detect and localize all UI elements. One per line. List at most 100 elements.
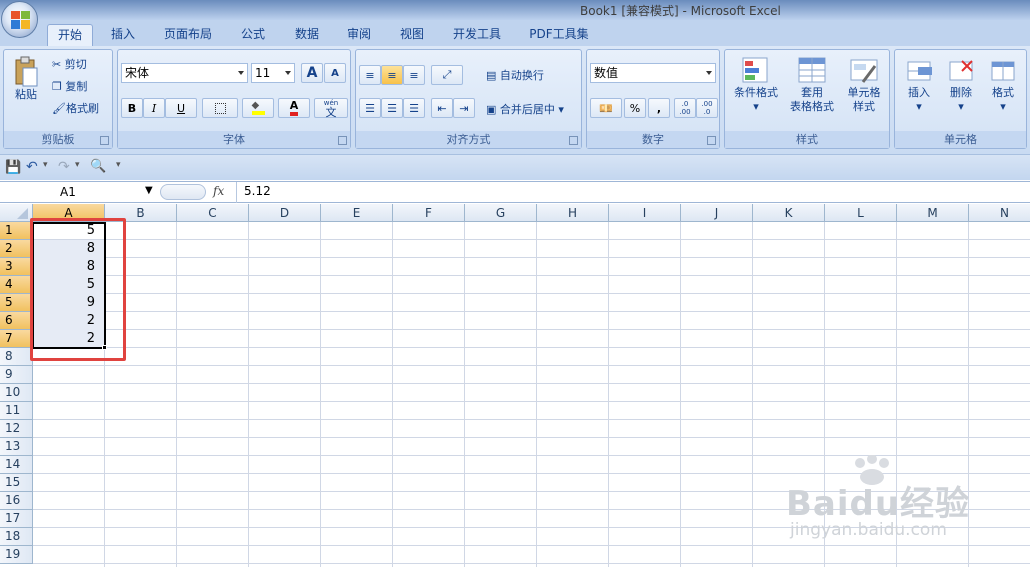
row-header-9[interactable]: 9: [0, 366, 33, 384]
shrink-font-button[interactable]: A: [324, 63, 346, 83]
format-painter-button[interactable]: 🖌格式刷: [52, 100, 99, 116]
row-header-13[interactable]: 13: [0, 438, 33, 456]
row-header-18[interactable]: 18: [0, 528, 33, 546]
format-painter-label: 格式刷: [65, 102, 99, 115]
border-button[interactable]: [202, 98, 238, 118]
clipboard-launcher-icon[interactable]: [100, 136, 109, 145]
align-center-button[interactable]: ☰: [381, 98, 403, 118]
font-color-button[interactable]: A: [278, 98, 310, 118]
column-header-k[interactable]: K: [753, 204, 825, 222]
row-header-2[interactable]: 2: [0, 240, 33, 258]
customize-qat-icon[interactable]: ▾: [116, 160, 121, 170]
font-size-select[interactable]: 11: [251, 63, 295, 83]
align-bottom-button[interactable]: ≡: [403, 65, 425, 85]
column-header-g[interactable]: G: [465, 204, 537, 222]
format-as-table-button[interactable]: 套用 表格格式: [785, 56, 839, 114]
column-header-i[interactable]: I: [609, 204, 681, 222]
undo-icon[interactable]: ↶: [26, 159, 38, 175]
tab-developer[interactable]: 开发工具: [447, 24, 507, 46]
merge-center-button[interactable]: ▣ 合并后居中 ▾: [486, 101, 564, 117]
select-all-corner[interactable]: [0, 204, 33, 222]
column-header-c[interactable]: C: [177, 204, 249, 222]
grid-hline: [33, 365, 1030, 366]
phonetic-button[interactable]: wén 文: [314, 98, 348, 118]
row-header-8[interactable]: 8: [0, 348, 33, 366]
delete-cells-button[interactable]: 删除 ▾: [941, 56, 981, 114]
italic-button[interactable]: I: [143, 98, 165, 118]
tab-insert[interactable]: 插入: [105, 24, 141, 46]
column-header-m[interactable]: M: [897, 204, 969, 222]
name-box[interactable]: A1: [0, 183, 158, 202]
column-header-j[interactable]: J: [681, 204, 753, 222]
cut-button[interactable]: ✂ 剪切: [52, 56, 87, 72]
align-middle-button[interactable]: ≡: [381, 65, 403, 85]
row-header-12[interactable]: 12: [0, 420, 33, 438]
save-icon[interactable]: 💾: [5, 160, 21, 175]
bold-button[interactable]: B: [121, 98, 143, 118]
column-header-d[interactable]: D: [249, 204, 321, 222]
row-header-11[interactable]: 11: [0, 402, 33, 420]
redo-icon[interactable]: ↷: [58, 159, 70, 175]
column-header-e[interactable]: E: [321, 204, 393, 222]
increase-indent-button[interactable]: ⇥: [453, 98, 475, 118]
currency-button[interactable]: 💴: [590, 98, 622, 118]
alignment-launcher-icon[interactable]: [569, 136, 578, 145]
wrap-text-button[interactable]: ▤ 自动换行: [486, 67, 544, 83]
format-cells-button[interactable]: 格式 ▾: [983, 56, 1023, 114]
align-right-button[interactable]: ☰: [403, 98, 425, 118]
percent-button[interactable]: %: [624, 98, 646, 118]
column-header-n[interactable]: N: [969, 204, 1030, 222]
chevron-down-icon[interactable]: ▾: [43, 160, 48, 170]
office-button[interactable]: [1, 1, 38, 38]
decrease-decimal-button[interactable]: .00.0: [696, 98, 718, 118]
row-header-14[interactable]: 14: [0, 456, 33, 474]
formula-expand-handle[interactable]: [160, 184, 206, 200]
row-header-7[interactable]: 7: [0, 330, 33, 348]
tab-pdf-tools[interactable]: PDF工具集: [524, 24, 594, 46]
column-header-h[interactable]: H: [537, 204, 609, 222]
row-header-19[interactable]: 19: [0, 546, 33, 564]
insert-function-icon[interactable]: fx: [213, 184, 224, 198]
number-format-select[interactable]: 数值: [590, 63, 716, 83]
increase-decimal-button[interactable]: .0.00: [674, 98, 696, 118]
row-header-10[interactable]: 10: [0, 384, 33, 402]
chevron-down-icon[interactable]: ▾: [75, 160, 80, 170]
decrease-indent-button[interactable]: ⇤: [431, 98, 453, 118]
align-top-button[interactable]: ≡: [359, 65, 381, 85]
row-header-15[interactable]: 15: [0, 474, 33, 492]
number-launcher-icon[interactable]: [707, 136, 716, 145]
fill-color-button[interactable]: ◆: [242, 98, 274, 118]
column-header-f[interactable]: F: [393, 204, 465, 222]
paste-button[interactable]: 粘贴: [9, 56, 43, 102]
conditional-formatting-button[interactable]: 条件格式 ▾: [729, 56, 783, 114]
print-preview-icon[interactable]: 🔍: [90, 159, 106, 174]
tab-formulas[interactable]: 公式: [234, 24, 272, 46]
table-format-icon: [798, 57, 826, 83]
comma-button[interactable]: ,: [648, 98, 670, 118]
copy-button[interactable]: ❐ 复制: [52, 78, 87, 94]
grow-font-button[interactable]: A: [301, 63, 323, 83]
row-header-17[interactable]: 17: [0, 510, 33, 528]
tab-home[interactable]: 开始: [47, 24, 93, 46]
row-header-3[interactable]: 3: [0, 258, 33, 276]
tab-view[interactable]: 视图: [393, 24, 431, 46]
align-left-button[interactable]: ☰: [359, 98, 381, 118]
row-header-4[interactable]: 4: [0, 276, 33, 294]
formula-input[interactable]: 5.12: [244, 184, 271, 198]
tab-data[interactable]: 数据: [288, 24, 326, 46]
insert-cells-button[interactable]: 插入 ▾: [899, 56, 939, 114]
format-label: 格式: [992, 86, 1014, 99]
row-header-6[interactable]: 6: [0, 312, 33, 330]
column-header-l[interactable]: L: [825, 204, 897, 222]
row-header-1[interactable]: 1: [0, 222, 33, 240]
cell-styles-button[interactable]: 单元格 样式: [839, 56, 889, 114]
row-header-5[interactable]: 5: [0, 294, 33, 312]
tab-page-layout[interactable]: 页面布局: [158, 24, 218, 46]
font-launcher-icon[interactable]: [338, 136, 347, 145]
font-name-select[interactable]: 宋体: [121, 63, 248, 83]
tab-review[interactable]: 审阅: [340, 24, 378, 46]
orientation-button[interactable]: ⤢: [431, 65, 463, 85]
underline-button[interactable]: U: [165, 98, 197, 118]
chevron-down-icon[interactable]: ▼: [145, 185, 153, 196]
row-header-16[interactable]: 16: [0, 492, 33, 510]
